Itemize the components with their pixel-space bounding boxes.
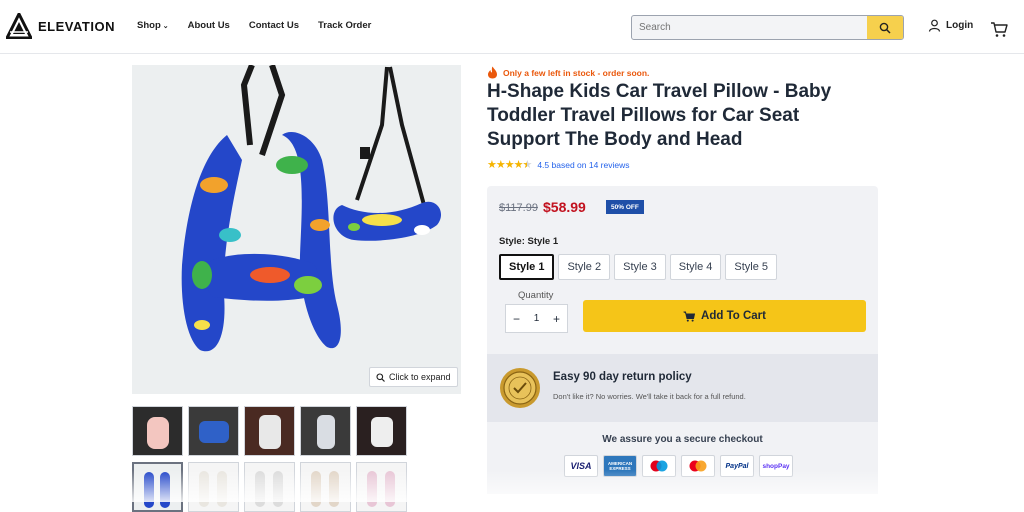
fire-icon (488, 66, 497, 79)
return-policy: Easy 90 day return policy Don't like it?… (487, 354, 878, 422)
thumbnail-7[interactable] (188, 462, 239, 512)
old-price: $117.99 (499, 202, 538, 214)
purchase-panel: $117.99 $58.99 50% OFF Style: Style 1 St… (487, 186, 878, 354)
discount-badge: 50% OFF (606, 200, 644, 214)
add-to-cart-button[interactable]: Add To Cart (583, 300, 866, 332)
style-option-2[interactable]: Style 2 (558, 254, 611, 280)
add-to-cart-label: Add To Cart (701, 310, 766, 322)
nav-shop-label: Shop (137, 20, 161, 31)
thumbnail-5[interactable] (356, 406, 407, 456)
thumbnail-1[interactable] (132, 406, 183, 456)
search-button[interactable] (867, 16, 903, 39)
nav-about[interactable]: About Us (188, 20, 230, 31)
cart-icon (991, 22, 1008, 37)
quantity-stepper: − 1 + (505, 304, 568, 333)
style-option-3[interactable]: Style 3 (614, 254, 666, 280)
thumbnail-4[interactable] (300, 406, 351, 456)
site-header: ELEVATION Shop ⌄ About Us Contact Us Trac… (0, 0, 1024, 54)
brand-logo[interactable]: ELEVATION (6, 13, 115, 39)
search-icon (879, 22, 891, 34)
cart-icon (683, 311, 696, 322)
return-policy-subtitle: Don't like it? No worries. We'll take it… (553, 392, 746, 401)
logo-triangle-icon (6, 13, 32, 39)
main-nav: Shop ⌄ About Us Contact Us Track Order (137, 20, 371, 31)
product-title: H-Shape Kids Car Travel Pillow - Baby To… (487, 81, 832, 150)
product-rating[interactable]: ★★★★★★ 4.5 based on 14 reviews (487, 158, 629, 171)
thumbnail-6[interactable] (132, 462, 183, 512)
nav-contact[interactable]: Contact Us (249, 20, 299, 31)
chevron-down-icon: ⌄ (162, 23, 169, 30)
payment-methods: VISA AMERICAN EXPRESS PayPal shopPay (564, 455, 793, 477)
expand-image-button[interactable]: Click to expand (369, 367, 458, 387)
star-rating-icon: ★★★★★★ (487, 159, 532, 171)
mastercard-icon (681, 455, 715, 477)
product-photo (132, 65, 461, 394)
secure-checkout-title: We assure you a secure checkout (602, 434, 763, 445)
thumbnail-8[interactable] (244, 462, 295, 512)
style-label: Style: Style 1 (499, 236, 559, 247)
style-option-5[interactable]: Style 5 (725, 254, 778, 280)
nav-track-order[interactable]: Track Order (318, 20, 371, 31)
cart-button[interactable] (990, 21, 1008, 43)
secure-checkout: We assure you a secure checkout VISA AME… (487, 422, 878, 494)
login-label: Login (946, 20, 974, 31)
expand-label: Click to expand (389, 372, 451, 382)
product-main-image[interactable] (132, 65, 461, 394)
brand-name: ELEVATION (38, 18, 115, 34)
user-icon (928, 19, 941, 32)
search-input[interactable] (632, 16, 868, 39)
thumbnail-3[interactable] (244, 406, 295, 456)
thumbnail-2[interactable] (188, 406, 239, 456)
zoom-icon (376, 372, 385, 382)
guarantee-seal-icon (500, 368, 540, 408)
stock-notice: Only a few left in stock - order soon. (487, 66, 649, 79)
plus-icon[interactable]: + (553, 312, 560, 326)
search-bar (631, 15, 904, 40)
quantity-value[interactable]: 1 (534, 313, 540, 324)
quantity-label: Quantity (518, 290, 554, 301)
stock-text: Only a few left in stock - order soon. (503, 67, 650, 78)
maestro-circles (650, 460, 668, 472)
thumbnail-10[interactable] (356, 462, 407, 512)
minus-icon[interactable]: − (513, 312, 520, 326)
login-link[interactable]: Login (928, 19, 973, 32)
maestro-icon (642, 455, 676, 477)
mastercard-circles (689, 460, 707, 472)
paypal-icon: PayPal (720, 455, 754, 477)
sale-price: $58.99 (543, 199, 586, 215)
visa-icon: VISA (564, 455, 598, 477)
style-options: Style 1 Style 2 Style 3 Style 4 Style 5 (499, 254, 778, 280)
amex-icon: AMERICAN EXPRESS (603, 455, 637, 477)
shoppay-icon: shopPay (759, 455, 793, 477)
return-policy-title: Easy 90 day return policy (553, 371, 692, 383)
style-option-1[interactable]: Style 1 (499, 254, 555, 280)
style-option-4[interactable]: Style 4 (669, 254, 722, 280)
thumbnail-9[interactable] (300, 462, 351, 512)
nav-shop[interactable]: Shop ⌄ (137, 20, 169, 31)
rating-text: 4.5 based on 14 reviews (537, 159, 630, 170)
